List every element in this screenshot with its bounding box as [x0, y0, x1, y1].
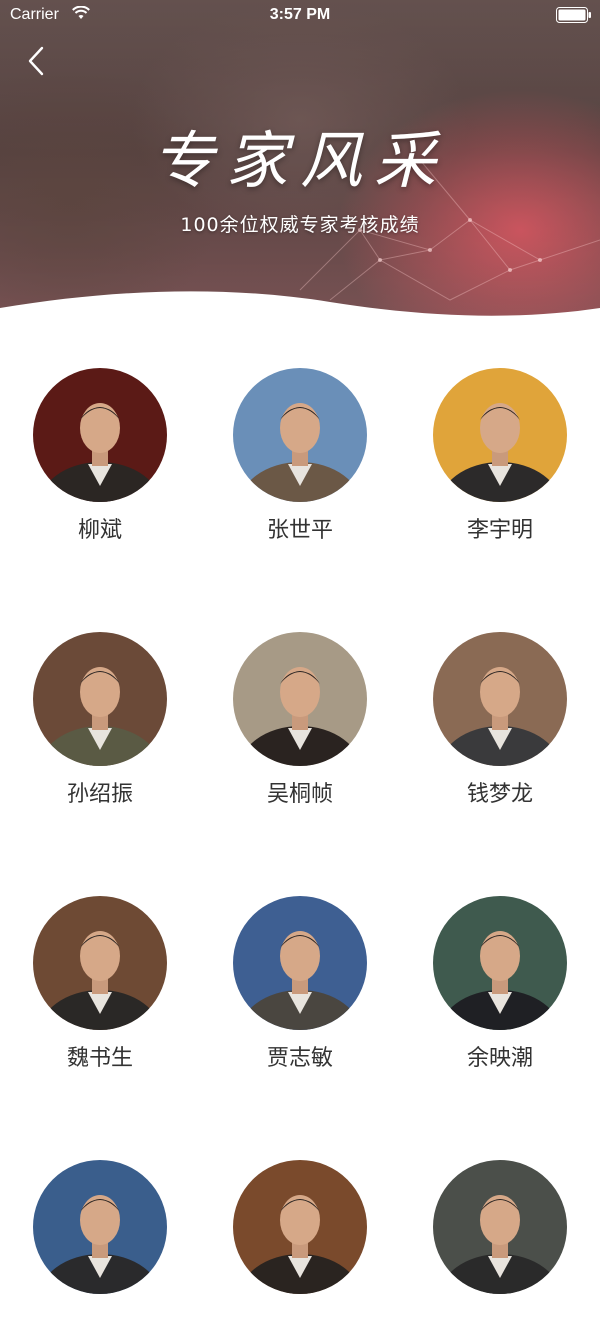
expert-avatar[interactable] [33, 368, 167, 502]
expert-name: 魏书生 [66, 1046, 133, 1071]
expert-name: 张世平 [266, 518, 333, 543]
expert-card[interactable] [200, 1160, 400, 1338]
back-button[interactable] [22, 44, 52, 78]
chevron-left-icon [28, 46, 44, 76]
expert-card[interactable]: 孙绍振 [0, 632, 200, 810]
expert-avatar[interactable] [233, 368, 367, 502]
expert-name: 钱梦龙 [466, 782, 533, 807]
expert-grid: 柳斌 张世平 李宇明孙绍振 吴桐帧 钱梦龙魏书生 贾志敏 余映潮 [0, 368, 600, 1338]
expert-avatar[interactable] [433, 368, 567, 502]
expert-card[interactable]: 魏书生 [0, 896, 200, 1074]
expert-card[interactable]: 吴桐帧 [200, 632, 400, 810]
page-title: 专家风采 [151, 124, 448, 197]
expert-avatar[interactable] [433, 632, 567, 766]
expert-avatar[interactable] [233, 896, 367, 1030]
battery-icon [556, 7, 591, 23]
expert-card[interactable]: 余映潮 [400, 896, 600, 1074]
expert-card[interactable]: 李宇明 [400, 368, 600, 546]
expert-card[interactable]: 张世平 [200, 368, 400, 546]
expert-avatar[interactable] [233, 1160, 367, 1294]
expert-name: 李宇明 [466, 518, 533, 543]
expert-card[interactable]: 钱梦龙 [400, 632, 600, 810]
expert-avatar[interactable] [433, 896, 567, 1030]
expert-name: 余映潮 [466, 1046, 533, 1071]
status-bar: Carrier 3:57 PM [0, 0, 600, 30]
status-time: 3:57 PM [269, 6, 331, 23]
expert-avatar[interactable] [33, 632, 167, 766]
page-subtitle: 100余位权威专家考核成绩 [180, 214, 420, 236]
expert-avatar[interactable] [33, 896, 167, 1030]
expert-card[interactable]: 贾志敏 [200, 896, 400, 1074]
expert-avatar[interactable] [433, 1160, 567, 1294]
hero-wave-edge [0, 291, 600, 340]
expert-card[interactable]: 柳斌 [0, 368, 200, 546]
expert-name: 贾志敏 [266, 1046, 333, 1071]
expert-name: 柳斌 [77, 518, 122, 543]
expert-name: 孙绍振 [66, 782, 133, 807]
expert-name: 吴桐帧 [266, 782, 333, 807]
expert-card[interactable] [0, 1160, 200, 1338]
expert-avatar[interactable] [33, 1160, 167, 1294]
expert-card[interactable] [400, 1160, 600, 1338]
expert-avatar[interactable] [233, 632, 367, 766]
